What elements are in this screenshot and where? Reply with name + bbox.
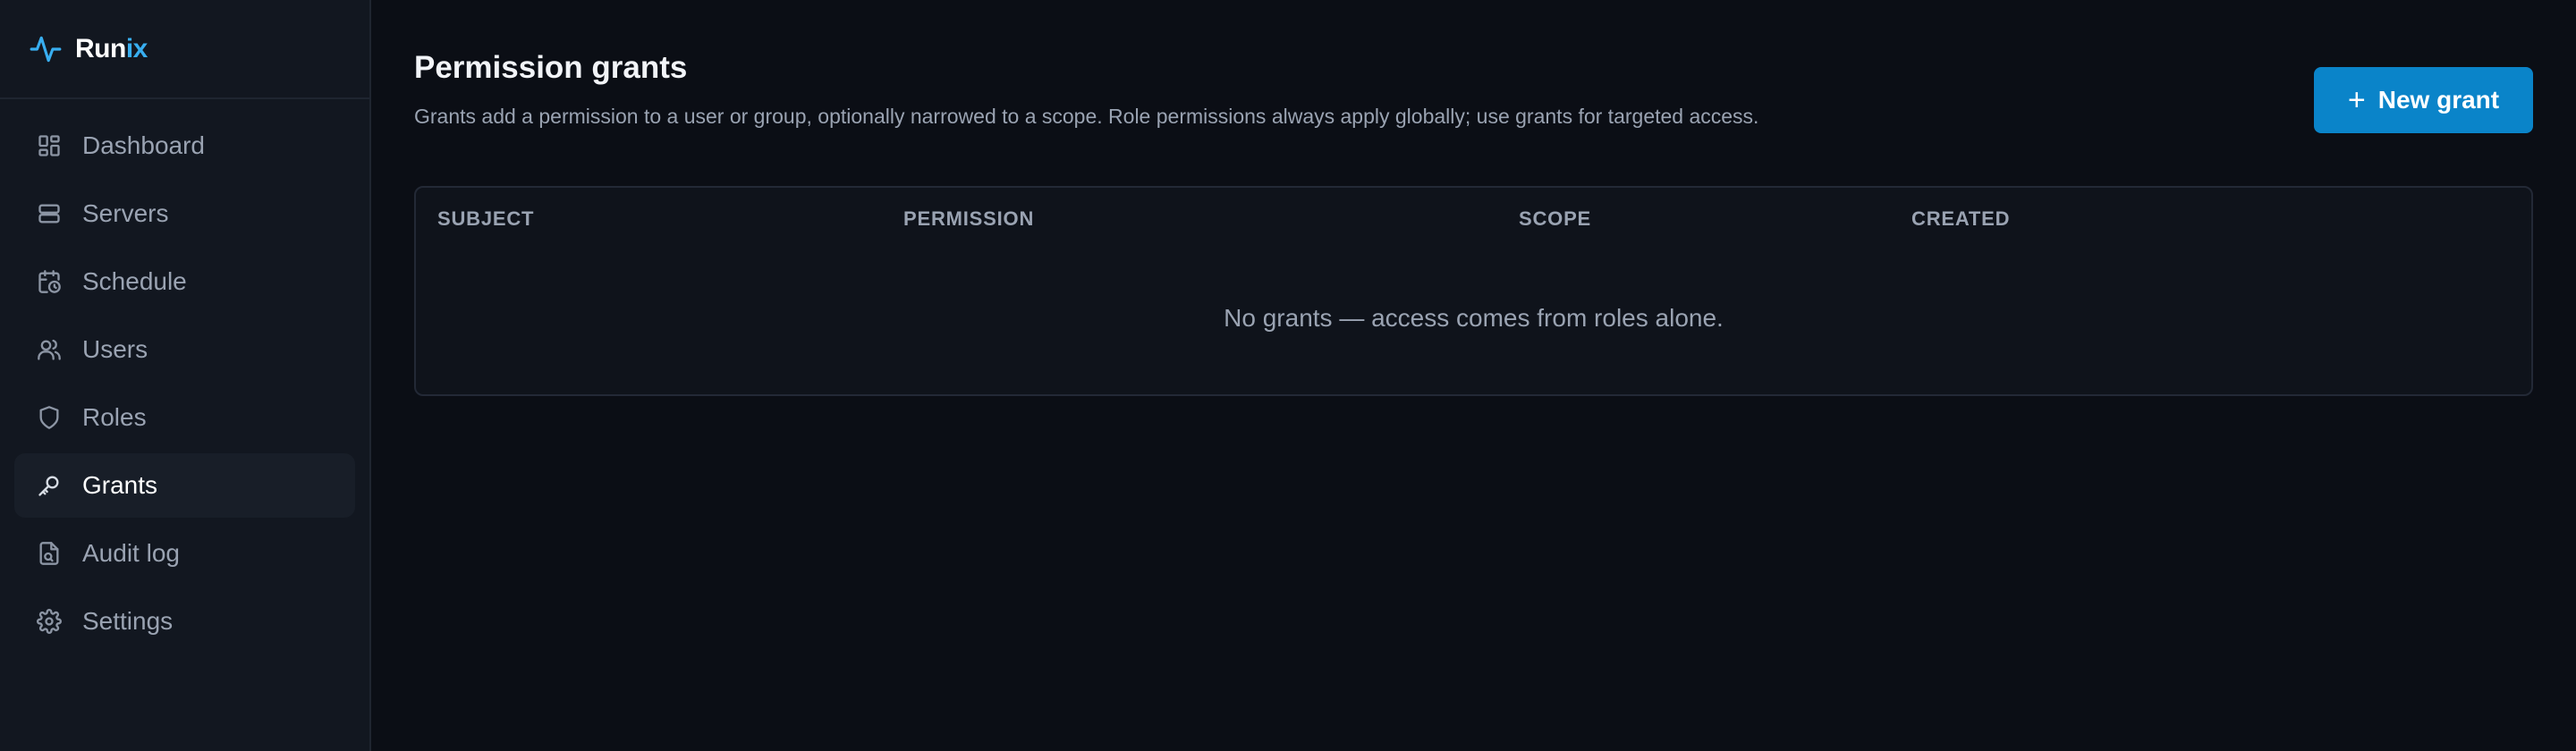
brand[interactable]: Runix — [0, 0, 369, 99]
table-header: SUBJECT PERMISSION SCOPE CREATED — [416, 207, 2531, 234]
sidebar-item-dashboard[interactable]: Dashboard — [14, 114, 355, 178]
sidebar-item-label: Servers — [82, 199, 169, 227]
shield-icon — [36, 404, 63, 431]
main-content: Permission grants Grants add a permissio… — [371, 0, 2576, 751]
activity-pulse-icon — [30, 36, 62, 62]
sidebar-item-label: Schedule — [82, 267, 187, 295]
new-grant-button-label: New grant — [2377, 86, 2500, 114]
sidebar-item-label: Roles — [82, 403, 147, 431]
new-grant-button[interactable]: + New grant — [2314, 67, 2533, 133]
column-header-subject[interactable]: SUBJECT — [437, 207, 534, 231]
sidebar-item-users[interactable]: Users — [14, 317, 355, 382]
users-icon — [36, 336, 63, 363]
app-root: Runix Dashboard Servers Schedule Users R… — [0, 0, 2576, 751]
sidebar-item-label: Audit log — [82, 539, 180, 567]
brand-name-part1: Run — [75, 33, 126, 63]
page-title: Permission grants — [414, 50, 688, 85]
dashboard-icon — [36, 132, 63, 159]
gear-icon — [36, 608, 63, 635]
sidebar-nav: Dashboard Servers Schedule Users Roles G… — [0, 99, 369, 654]
sidebar-item-roles[interactable]: Roles — [14, 385, 355, 450]
page-description: Grants add a permission to a user or gro… — [414, 105, 1759, 128]
server-icon — [36, 200, 63, 227]
sidebar-item-servers[interactable]: Servers — [14, 181, 355, 246]
brand-name: Runix — [75, 34, 148, 64]
column-header-created[interactable]: CREATED — [1911, 207, 2010, 231]
key-icon — [36, 472, 63, 499]
sidebar-item-grants[interactable]: Grants — [14, 453, 355, 518]
sidebar-item-label: Settings — [82, 607, 174, 635]
grants-table: SUBJECT PERMISSION SCOPE CREATED No gran… — [414, 186, 2533, 396]
calendar-clock-icon — [36, 268, 63, 295]
sidebar-item-audit-log[interactable]: Audit log — [14, 521, 355, 586]
column-header-permission[interactable]: PERMISSION — [903, 207, 1034, 231]
empty-state-message: No grants — access comes from roles alon… — [1224, 304, 1724, 332]
sidebar-item-label: Users — [82, 335, 148, 363]
sidebar-item-label: Grants — [82, 471, 158, 499]
sidebar: Runix Dashboard Servers Schedule Users R… — [0, 0, 371, 751]
brand-name-part2: ix — [125, 33, 148, 63]
sidebar-item-label: Dashboard — [82, 131, 205, 159]
file-search-icon — [36, 540, 63, 567]
plus-icon: + — [2347, 83, 2366, 117]
column-header-scope[interactable]: SCOPE — [1519, 207, 1591, 231]
sidebar-item-schedule[interactable]: Schedule — [14, 249, 355, 314]
sidebar-item-settings[interactable]: Settings — [14, 589, 355, 654]
